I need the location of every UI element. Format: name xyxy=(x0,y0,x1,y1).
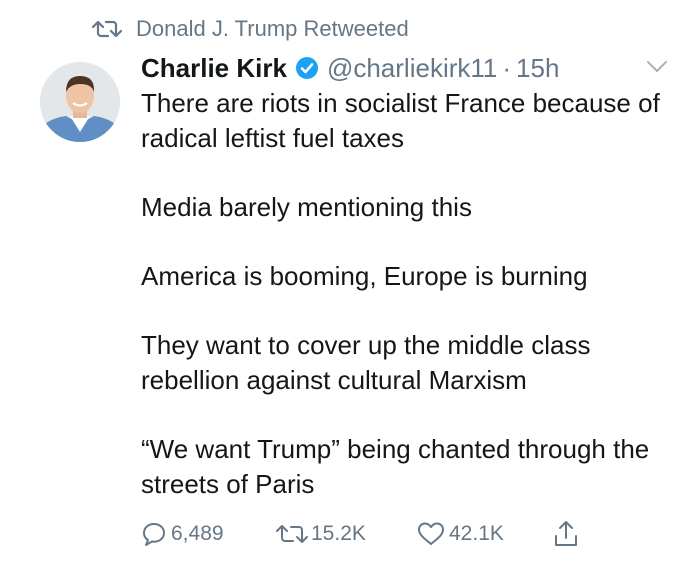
avatar[interactable] xyxy=(40,62,120,142)
retweet-button[interactable]: 15.2K xyxy=(275,516,366,552)
author-handle[interactable]: @charliekirk11 xyxy=(327,53,497,84)
retweet-icon xyxy=(92,20,122,38)
tweet-actions: 6,489 15.2K 42.1K xyxy=(141,516,601,552)
verified-badge-icon xyxy=(295,57,318,79)
tweet-paragraph: Media barely mentioning this xyxy=(141,192,472,222)
retweet-icon xyxy=(276,525,308,543)
retweet-count: 15.2K xyxy=(311,522,366,545)
author-display-name[interactable]: Charlie Kirk xyxy=(141,53,287,84)
tweet-timestamp[interactable]: 15h xyxy=(516,53,559,84)
share-button[interactable] xyxy=(553,516,579,552)
share-icon xyxy=(555,521,577,546)
chevron-down-icon[interactable] xyxy=(646,60,668,74)
retweet-banner[interactable]: Donald J. Trump Retweeted xyxy=(92,14,409,44)
like-button[interactable]: 42.1K xyxy=(417,516,504,552)
retweet-banner-text: Donald J. Trump Retweeted xyxy=(136,16,409,41)
reply-icon xyxy=(143,523,165,546)
meta-separator: · xyxy=(502,52,512,83)
like-count: 42.1K xyxy=(449,522,504,545)
tweet-paragraph: America is booming, Europe is burning xyxy=(141,261,588,291)
tweet-header: Charlie Kirk @charliekirk11 · 15h xyxy=(141,50,559,86)
tweet-paragraph: They want to cover up the middle class r… xyxy=(141,330,591,395)
reply-button[interactable]: 6,489 xyxy=(141,516,224,552)
tweet-paragraph: “We want Trump” being chanted through th… xyxy=(141,434,650,499)
heart-icon xyxy=(418,522,444,545)
tweet-body: There are riots in socialist France beca… xyxy=(141,86,681,502)
tweet-paragraph: There are riots in socialist France beca… xyxy=(141,88,660,153)
reply-count: 6,489 xyxy=(171,522,224,545)
avatar-image xyxy=(40,62,120,142)
